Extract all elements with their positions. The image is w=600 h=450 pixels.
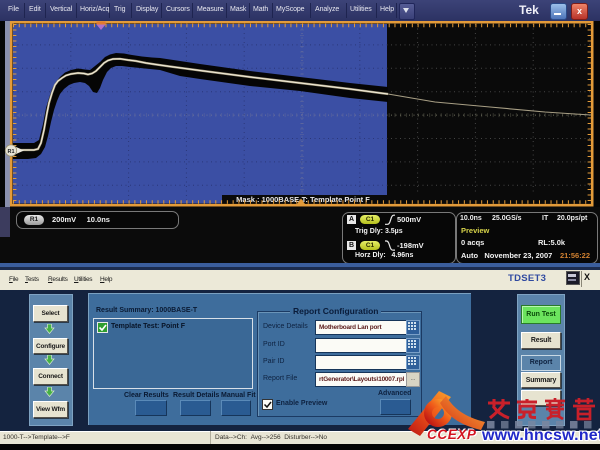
svg-text:R1: R1 <box>7 149 14 155</box>
svg-text:CCEXP: CCEXP <box>427 427 477 442</box>
